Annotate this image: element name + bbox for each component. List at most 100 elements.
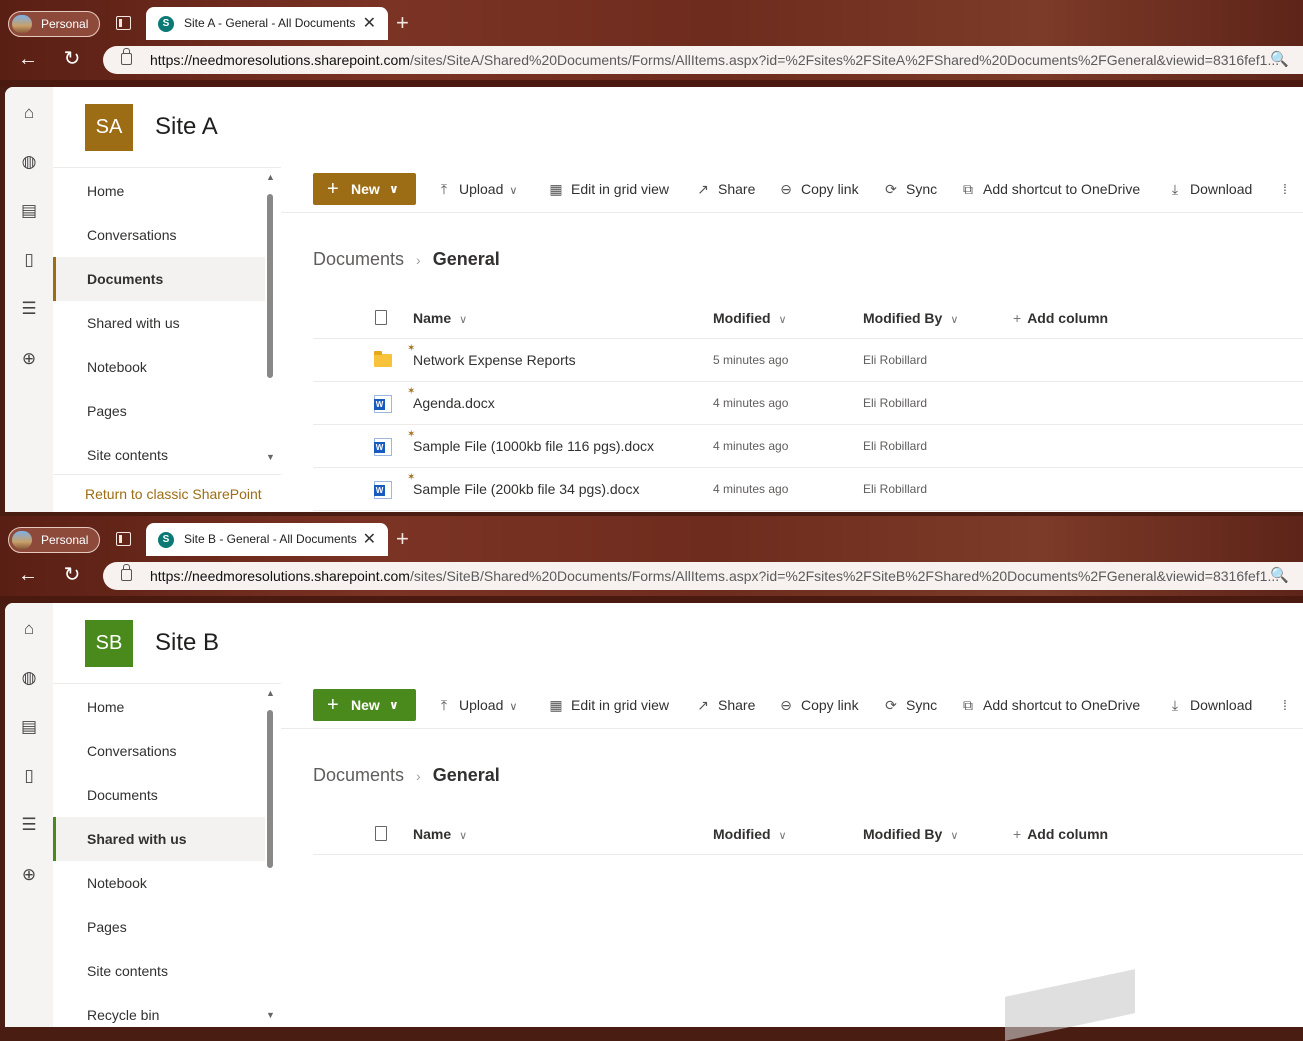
add-shortcut-button[interactable]: ⧉ Add shortcut to OneDrive xyxy=(959,689,1140,721)
home-icon[interactable]: ⌂ xyxy=(19,103,39,123)
column-name[interactable]: Name ∨ xyxy=(413,813,467,857)
sync-button[interactable]: ⟳ Sync xyxy=(882,173,937,205)
nav-item-shared-with-us[interactable]: Shared with us xyxy=(53,301,265,345)
table-row[interactable]: ✶Sample File (1000kb file 116 pgs).docx … xyxy=(313,425,1303,468)
browser-tab[interactable]: S Site A - General - All Documents ✕ xyxy=(146,7,388,40)
download-button[interactable]: ⤓ Download xyxy=(1166,689,1252,721)
scroll-thumb[interactable] xyxy=(267,710,273,868)
nav-item-documents[interactable]: Documents xyxy=(53,257,265,301)
news-icon[interactable]: ▤ xyxy=(19,717,39,737)
command-bar: + New ∨ ⤒ Upload ∨ ▦ Edit in grid view ↗ Share… xyxy=(281,683,1303,729)
breadcrumb-documents[interactable]: Documents xyxy=(313,765,404,785)
nav-scrollbar[interactable]: ▲ ▼ xyxy=(264,172,276,464)
site-logo[interactable]: SA xyxy=(85,104,133,151)
create-icon[interactable]: ⊕ xyxy=(19,865,39,885)
back-arrow-icon[interactable]: ← xyxy=(14,46,42,72)
breadcrumb-documents[interactable]: Documents xyxy=(313,249,404,269)
upload-button[interactable]: ⤒ Upload ∨ xyxy=(435,689,518,721)
tab-actions-icon[interactable] xyxy=(116,532,131,546)
scroll-up-icon[interactable]: ▲ xyxy=(266,688,275,698)
new-button[interactable]: + New ∨ xyxy=(313,173,416,205)
column-modified-by[interactable]: Modified By ∨ xyxy=(863,297,958,341)
file-icon[interactable]: ▯ xyxy=(19,766,39,786)
address-bar[interactable]: https://needmoresolutions.sharepoint.com… xyxy=(103,562,1303,590)
close-tab-icon[interactable]: ✕ xyxy=(363,7,376,40)
refresh-icon[interactable]: ↻ xyxy=(58,562,86,588)
lists-icon[interactable]: ☰ xyxy=(19,299,39,319)
breadcrumb: Documents › General xyxy=(313,765,500,786)
profile-button[interactable]: Personal xyxy=(8,527,100,553)
nav-item-notebook[interactable]: Notebook xyxy=(53,861,265,905)
breadcrumb-general[interactable]: General xyxy=(433,765,500,785)
file-icon[interactable]: ▯ xyxy=(19,250,39,270)
lists-icon[interactable]: ☰ xyxy=(19,815,39,835)
drag-handle[interactable] xyxy=(899,598,913,600)
share-button[interactable]: ↗ Share xyxy=(694,689,755,721)
site-title[interactable]: Site B xyxy=(155,629,219,657)
add-column-button[interactable]: + Add column xyxy=(1013,813,1108,855)
file-type-icon[interactable] xyxy=(375,310,387,325)
breadcrumb-general[interactable]: General xyxy=(433,249,500,269)
browser-tab[interactable]: S Site B - General - All Documents ✕ xyxy=(146,523,388,556)
column-modified-by[interactable]: Modified By ∨ xyxy=(863,813,958,857)
more-commands-icon[interactable]: ⁞ xyxy=(1276,173,1300,205)
globe-icon[interactable]: ◍ xyxy=(19,668,39,688)
tab-actions-icon[interactable] xyxy=(116,16,131,30)
return-to-classic-link[interactable]: Return to classic SharePoint xyxy=(53,474,281,512)
home-icon[interactable]: ⌂ xyxy=(19,619,39,639)
new-tab-icon[interactable]: + xyxy=(396,524,409,554)
copy-link-button[interactable]: ⊖ Copy link xyxy=(777,689,858,721)
news-icon[interactable]: ▤ xyxy=(19,201,39,221)
copy-link-button[interactable]: ⊖ Copy link xyxy=(777,173,858,205)
nav-item-documents[interactable]: Documents xyxy=(53,773,265,817)
profile-button[interactable]: Personal xyxy=(8,11,100,37)
site-logo[interactable]: SB xyxy=(85,620,133,667)
sync-button[interactable]: ⟳ Sync xyxy=(882,689,937,721)
download-button[interactable]: ⤓ Download xyxy=(1166,173,1252,205)
nav-item-recycle-bin[interactable]: Recycle bin xyxy=(53,993,265,1027)
nav-item-site-contents[interactable]: Site contents xyxy=(53,433,265,477)
add-shortcut-button[interactable]: ⧉ Add shortcut to OneDrive xyxy=(959,173,1140,205)
refresh-icon[interactable]: ↻ xyxy=(58,46,86,72)
nav-item-home[interactable]: Home xyxy=(53,685,265,729)
column-name[interactable]: Name ∨ xyxy=(413,297,467,341)
back-arrow-icon[interactable]: ← xyxy=(14,562,42,588)
upload-button[interactable]: ⤒ Upload ∨ xyxy=(435,173,518,205)
nav-item-notebook[interactable]: Notebook xyxy=(53,345,265,389)
globe-icon[interactable]: ◍ xyxy=(19,152,39,172)
nav-scrollbar[interactable]: ▲ ▼ xyxy=(264,688,276,1024)
site-title[interactable]: Site A xyxy=(155,113,218,141)
scroll-down-icon[interactable]: ▼ xyxy=(266,452,275,462)
zoom-icon[interactable]: 🔍 xyxy=(1270,46,1289,74)
sharepoint-favicon-icon: S xyxy=(158,532,174,548)
nav-item-home[interactable]: Home xyxy=(53,169,265,213)
scroll-up-icon[interactable]: ▲ xyxy=(266,172,275,182)
new-tab-icon[interactable]: + xyxy=(396,8,409,38)
scroll-down-icon[interactable]: ▼ xyxy=(266,1010,275,1020)
column-modified[interactable]: Modified ∨ xyxy=(713,297,787,341)
create-icon[interactable]: ⊕ xyxy=(19,349,39,369)
nav-item-pages[interactable]: Pages xyxy=(53,905,265,949)
column-modified[interactable]: Modified ∨ xyxy=(713,813,787,857)
scroll-thumb[interactable] xyxy=(267,194,273,378)
table-row[interactable]: ✶Agenda.docx 4 minutes ago Eli Robillard xyxy=(313,382,1303,425)
nav-item-conversations[interactable]: Conversations xyxy=(53,213,265,257)
table-row[interactable]: ✶ Network Expense Reports 5 minutes ago E… xyxy=(313,339,1303,382)
nav-item-pages[interactable]: Pages xyxy=(53,389,265,433)
share-icon: ↗ xyxy=(697,697,709,713)
file-type-icon[interactable] xyxy=(375,826,387,841)
add-column-button[interactable]: + Add column xyxy=(1013,297,1108,339)
edit-grid-view-button[interactable]: ▦ Edit in grid view xyxy=(547,689,669,721)
nav-item-site-contents[interactable]: Site contents xyxy=(53,949,265,993)
nav-item-shared-with-us[interactable]: Shared with us xyxy=(53,817,265,861)
close-tab-icon[interactable]: ✕ xyxy=(363,523,376,556)
zoom-icon[interactable]: 🔍 xyxy=(1270,562,1289,590)
drag-handle[interactable] xyxy=(899,82,913,84)
edit-grid-view-button[interactable]: ▦ Edit in grid view xyxy=(547,173,669,205)
table-row[interactable]: ✶Sample File (200kb file 34 pgs).docx 4 … xyxy=(313,468,1303,511)
share-button[interactable]: ↗ Share xyxy=(694,173,755,205)
address-bar[interactable]: https://needmoresolutions.sharepoint.com… xyxy=(103,46,1303,74)
more-commands-icon[interactable]: ⁞ xyxy=(1276,689,1300,721)
nav-item-conversations[interactable]: Conversations xyxy=(53,729,265,773)
new-button[interactable]: + New ∨ xyxy=(313,689,416,721)
